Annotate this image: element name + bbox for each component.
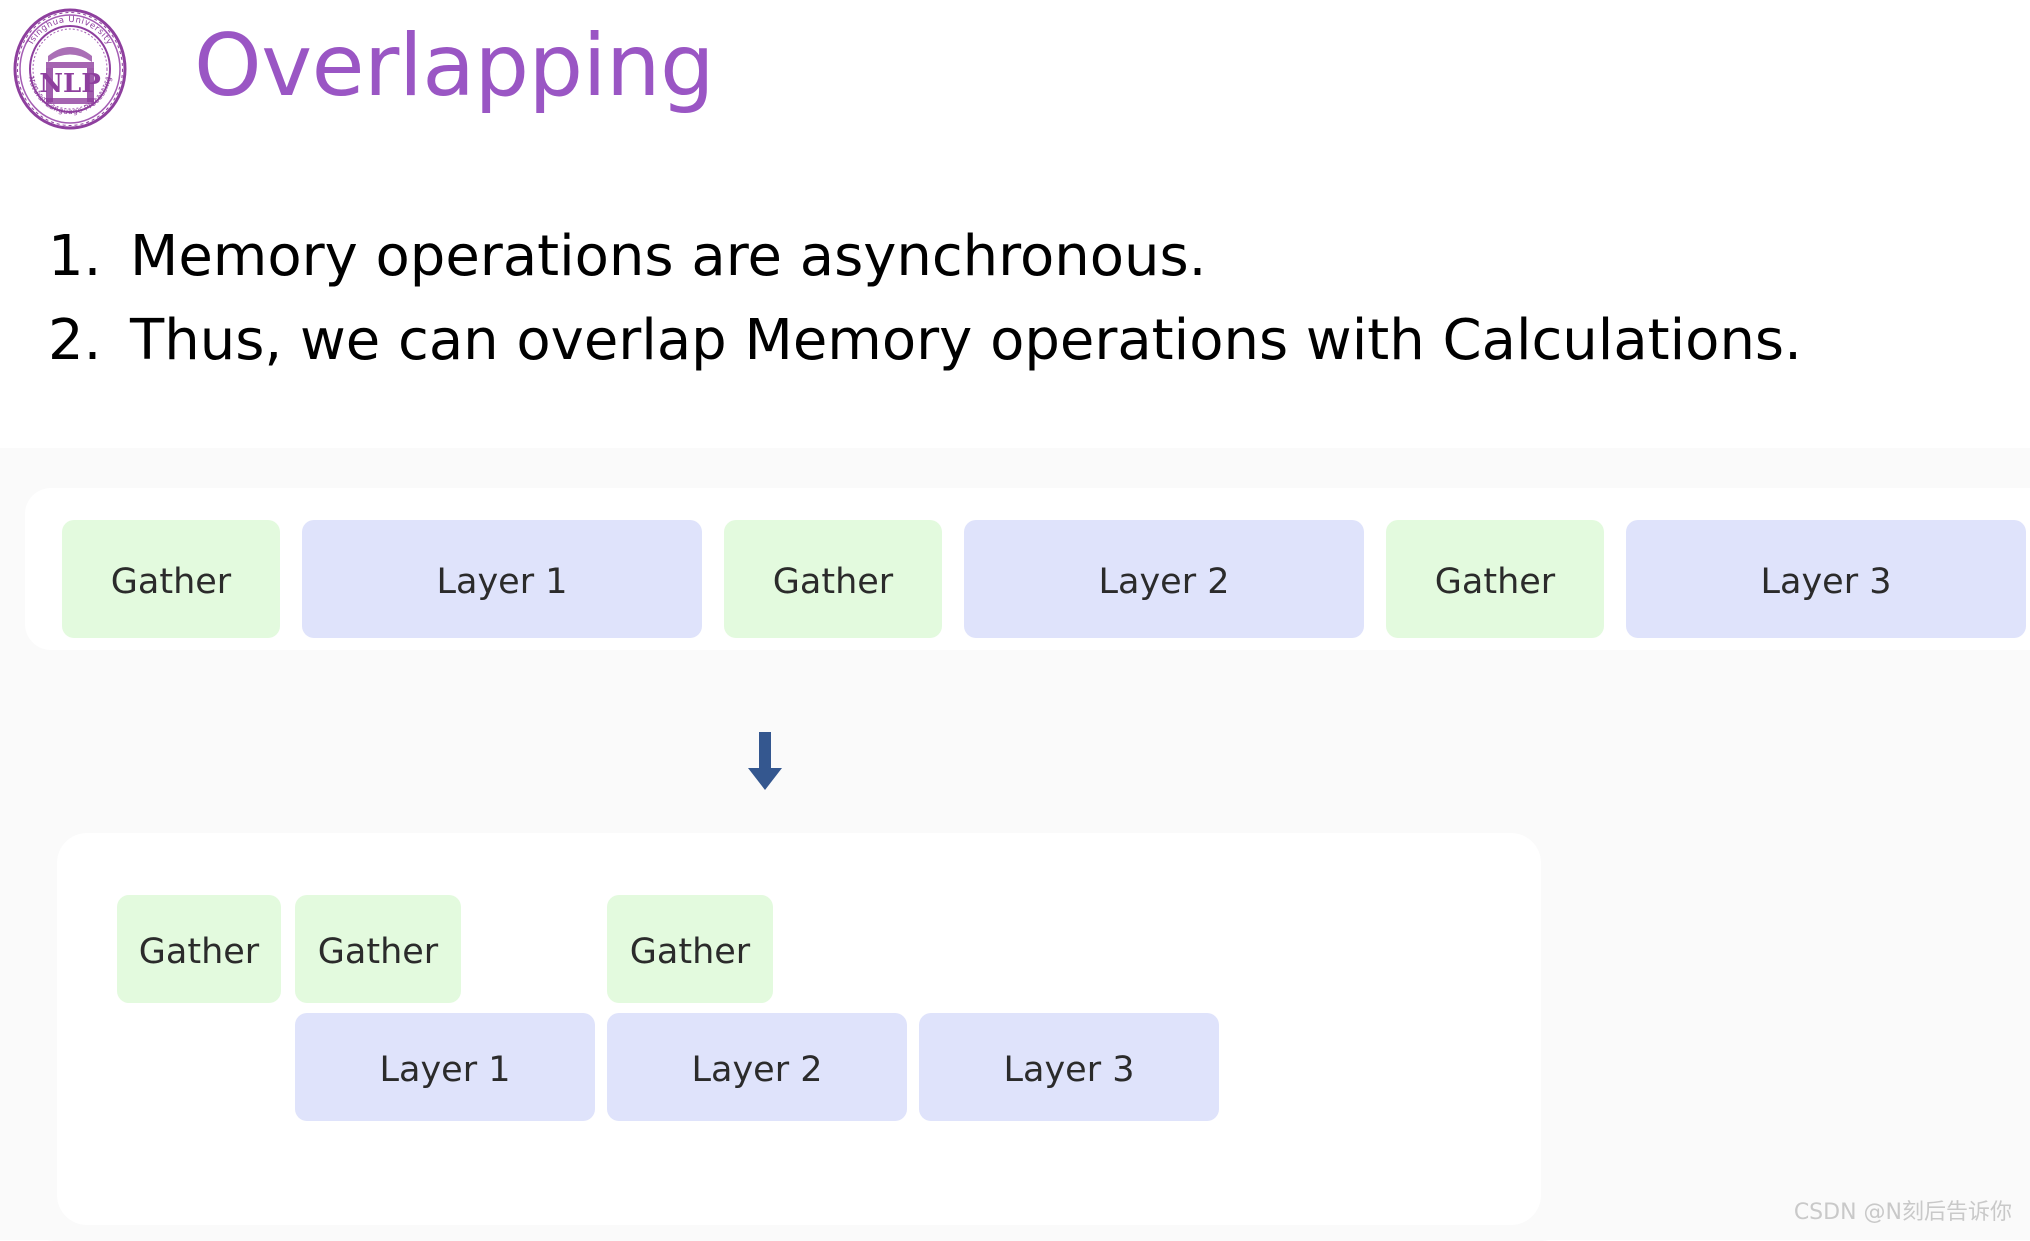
block-label: Gather [1434, 562, 1556, 602]
svg-text:NLP: NLP [39, 69, 101, 99]
sequential-block-layer-1: Layer 1 [302, 520, 702, 638]
block-label: Gather [629, 932, 751, 972]
down-arrow-icon [742, 730, 788, 792]
block-label: Layer 1 [436, 562, 568, 602]
overlapped-block-layer-3: Layer 3 [919, 1013, 1219, 1121]
overlapped-timeline-panel: Gather Gather Gather Layer 1 Layer 2 Lay… [22, 793, 1574, 1241]
page-title: Overlapping [194, 16, 715, 116]
block-label: Gather [772, 562, 894, 602]
block-label: Gather [110, 562, 232, 602]
sequential-block-gather-1: Gather [62, 520, 280, 638]
overlapped-block-gather-3: Gather [607, 895, 773, 1003]
bullet-item-1: 1. Memory operations are asynchronous. [0, 215, 2030, 299]
block-label: Gather [317, 932, 439, 972]
sequential-block-gather-2: Gather [724, 520, 942, 638]
bullet-item-2: 2. Thus, we can overlap Memory operation… [0, 299, 2030, 383]
tsinghua-nlp-seal-logo: NLP Tsinghua University Natural Language… [10, 8, 130, 130]
block-label: Layer 1 [379, 1050, 511, 1090]
sequential-block-gather-3: Gather [1386, 520, 1604, 638]
block-label: Layer 3 [1760, 562, 1892, 602]
bullet-text: Thus, we can overlap Memory operations w… [130, 308, 1802, 373]
sequential-block-layer-2: Layer 2 [964, 520, 1364, 638]
sequential-timeline-panel: Gather Layer 1 Gather Layer 2 Gather Lay… [25, 488, 2030, 650]
csdn-watermark: CSDN @N刻后告诉你 [1793, 1200, 2012, 1225]
bullet-list: 1. Memory operations are asynchronous. 2… [0, 215, 2030, 383]
sequential-block-layer-3: Layer 3 [1626, 520, 2026, 638]
bullet-number: 2. [48, 308, 102, 373]
overlapped-block-layer-2: Layer 2 [607, 1013, 907, 1121]
overlapping-diagram: Gather Layer 1 Gather Layer 2 Gather Lay… [0, 448, 2030, 1241]
block-label: Layer 2 [1098, 562, 1230, 602]
sequential-timeline-row: Gather Layer 1 Gather Layer 2 Gather Lay… [62, 520, 2030, 638]
bullet-number: 1. [48, 224, 102, 289]
overlapped-block-gather-2: Gather [295, 895, 461, 1003]
overlapped-timeline-inner: Gather Gather Gather Layer 1 Layer 2 Lay… [57, 833, 1541, 1225]
block-label: Layer 2 [691, 1050, 823, 1090]
overlapped-block-gather-1: Gather [117, 895, 281, 1003]
block-label: Layer 3 [1003, 1050, 1135, 1090]
slide-header: NLP Tsinghua University Natural Language… [0, 0, 2030, 145]
block-label: Gather [138, 932, 260, 972]
overlapped-block-layer-1: Layer 1 [295, 1013, 595, 1121]
bullet-text: Memory operations are asynchronous. [130, 224, 1207, 289]
